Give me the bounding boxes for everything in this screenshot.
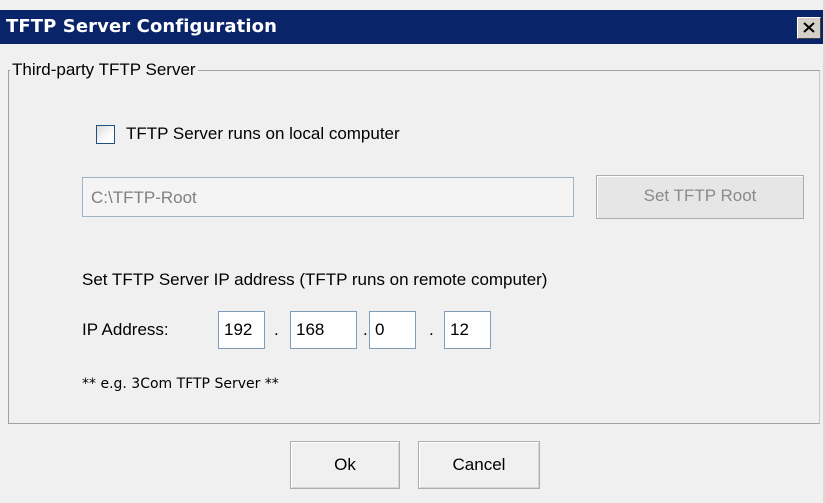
example-note: ** e.g. 3Com TFTP Server ** bbox=[82, 376, 279, 392]
ip-octet-4[interactable]: 12 bbox=[444, 311, 491, 349]
cancel-button[interactable]: Cancel bbox=[418, 441, 540, 489]
ip-dot-2: . bbox=[363, 320, 368, 339]
tftp-config-dialog: TFTP Server Configuration Third-party TF… bbox=[0, 0, 825, 503]
window-title: TFTP Server Configuration bbox=[6, 16, 278, 37]
close-button[interactable] bbox=[797, 17, 821, 39]
ip-dot-3: . bbox=[429, 320, 434, 339]
close-icon bbox=[803, 22, 815, 33]
local-computer-checkbox[interactable] bbox=[96, 125, 115, 144]
set-tftp-root-button[interactable]: Set TFTP Root bbox=[596, 175, 804, 219]
ip-dot-1: . bbox=[274, 320, 279, 339]
ip-address-label: IP Address: bbox=[82, 320, 169, 339]
ip-octet-1[interactable]: 192 bbox=[218, 311, 265, 349]
ip-caption: Set TFTP Server IP address (TFTP runs on… bbox=[82, 270, 548, 289]
title-bar[interactable]: TFTP Server Configuration bbox=[0, 10, 823, 44]
local-computer-checkbox-label[interactable]: TFTP Server runs on local computer bbox=[126, 124, 400, 144]
ip-octet-3[interactable]: 0 bbox=[369, 311, 416, 349]
ok-button[interactable]: Ok bbox=[290, 441, 400, 489]
tftp-root-path-field[interactable]: C:\TFTP-Root bbox=[82, 177, 574, 217]
group-legend: Third-party TFTP Server bbox=[10, 60, 198, 80]
ip-octet-2[interactable]: 168 bbox=[290, 311, 357, 349]
